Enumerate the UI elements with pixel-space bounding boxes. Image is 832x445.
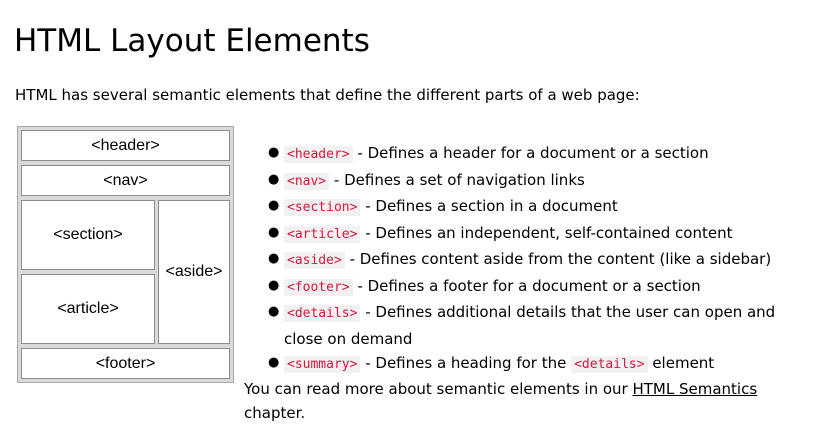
semantic-elements-list: ● <header> - Defines a header for a docum… — [268, 141, 808, 378]
element-tag: <details> — [284, 305, 361, 322]
element-tag: <summary> — [284, 356, 361, 373]
element-description: - Defines a heading for the — [360, 354, 572, 372]
element-description: - Defines a section in a document — [360, 197, 618, 215]
list-item: ● <nav> - Defines a set of navigation lin… — [268, 168, 808, 195]
diagram-article-box: <article> — [21, 274, 155, 344]
element-description: - Defines a footer for a document or a s… — [352, 276, 701, 295]
page-title: HTML Layout Elements — [14, 23, 370, 59]
list-item: ● <footer> - Defines a footer for a docum… — [268, 274, 808, 301]
list-item: ● <article> - Defines an independent, sel… — [268, 221, 808, 248]
bullet-icon: ● — [268, 145, 280, 160]
element-description: element — [647, 354, 715, 372]
bullet-icon: ● — [268, 171, 280, 187]
element-tag: <nav> — [284, 172, 330, 190]
footer-note: You can read more about semantic element… — [244, 378, 804, 425]
element-tag: <aside> — [284, 252, 345, 269]
footer-note-suffix: chapter. — [244, 403, 306, 422]
element-tag: <footer> — [284, 278, 353, 296]
footer-note-prefix: You can read more about semantic element… — [244, 380, 633, 398]
html-semantics-link[interactable]: HTML Semantics — [632, 380, 757, 398]
element-tag: <header> — [284, 146, 353, 163]
bullet-icon: ● — [268, 224, 280, 240]
element-tag: <article> — [284, 225, 361, 243]
diagram-section-box: <section> — [21, 200, 155, 270]
element-tag: <details> — [571, 356, 648, 373]
element-tag: <section> — [284, 199, 361, 216]
intro-text: HTML has several semantic elements that … — [15, 86, 640, 104]
bullet-icon: ● — [268, 198, 280, 213]
bullet-icon: ● — [268, 251, 280, 266]
element-description: - Defines a set of navigation links — [329, 170, 585, 189]
diagram-footer-box: <footer> — [21, 348, 230, 379]
layout-diagram: <header> <nav> <section> <article> <asid… — [17, 126, 234, 383]
list-item: ● <summary> - Defines a heading for the <… — [268, 351, 808, 378]
list-item: ● <header> - Defines a header for a docum… — [268, 141, 808, 168]
list-item: ● <aside> - Defines content aside from th… — [268, 247, 808, 274]
list-item: ● <details> - Defines additional details … — [268, 300, 808, 351]
element-description: - Defines content aside from the content… — [344, 250, 772, 268]
list-item: ● <section> - Defines a section in a docu… — [268, 194, 808, 221]
element-description: - Defines a header for a document or a s… — [352, 144, 709, 162]
bullet-icon: ● — [268, 304, 280, 319]
diagram-header-box: <header> — [21, 130, 230, 161]
diagram-aside-box: <aside> — [158, 200, 230, 344]
element-description: - Defines an independent, self-contained… — [360, 223, 733, 242]
bullet-icon: ● — [268, 277, 280, 293]
bullet-icon: ● — [268, 355, 280, 370]
diagram-nav-box: <nav> — [21, 165, 230, 196]
